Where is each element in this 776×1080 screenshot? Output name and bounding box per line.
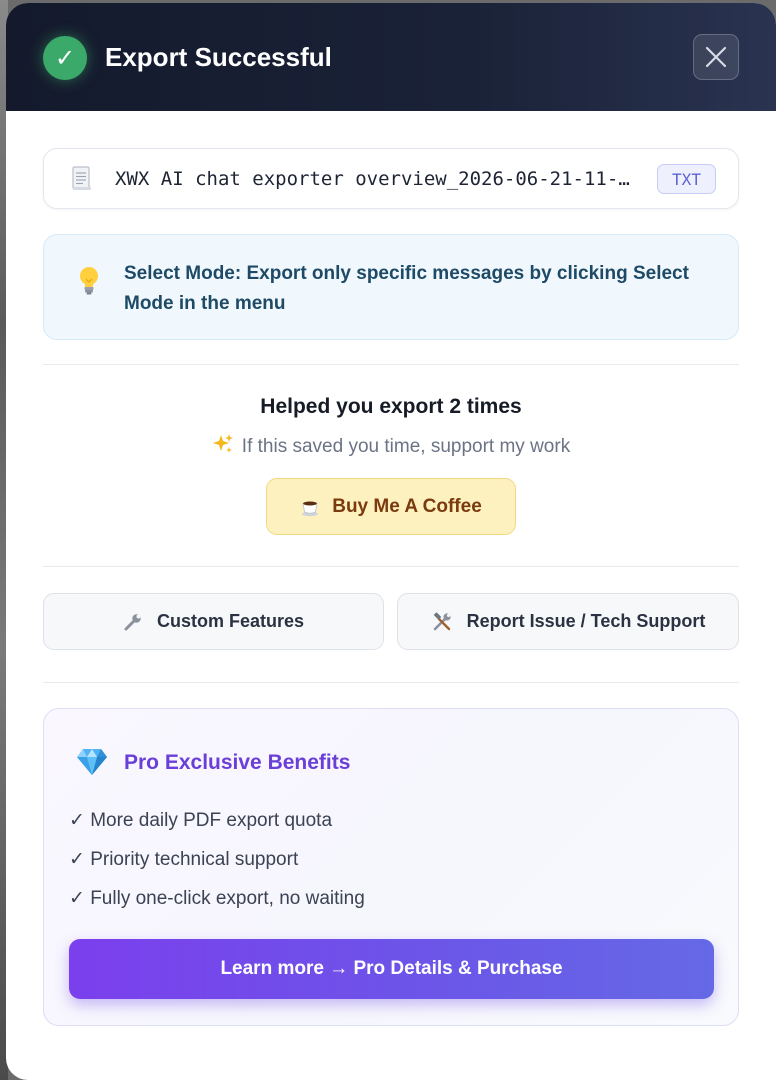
list-item: ✓ Fully one-click export, no waiting — [69, 888, 365, 909]
dialog-title: Export Successful — [105, 42, 332, 72]
diamond-icon — [75, 747, 109, 782]
pro-details-purchase-button[interactable]: Learn more → Pro Details & Purchase — [69, 939, 714, 999]
hammer-wrench-icon — [431, 611, 453, 633]
exported-file: XWX AI chat exporter overview_2026-06-21… — [43, 148, 739, 209]
close-icon — [705, 46, 727, 68]
pro-benefits-list: ✓ More daily PDF export quota ✓ Priority… — [69, 808, 365, 925]
close-button[interactable] — [693, 34, 739, 80]
tip-box: Select Mode: Export only specific messag… — [43, 234, 739, 340]
export-count-text: Helped you export 2 times — [260, 395, 522, 418]
lightbulb-icon — [76, 265, 102, 302]
dialog-header: ✓ Export Successful — [6, 3, 776, 111]
buy-me-a-coffee-button[interactable]: Buy Me A Coffee — [266, 478, 516, 535]
tip-text: Select Mode: Export only specific messag… — [124, 263, 689, 314]
check-icon: ✓ — [43, 36, 87, 80]
document-icon — [71, 165, 95, 192]
support-tagline-text: If this saved you time, support my work — [241, 436, 571, 457]
pro-benefits-card: Pro Exclusive Benefits ✓ More daily PDF … — [43, 708, 739, 1026]
export-success-dialog: ✓ Export Successful XWX AI chat exporter… — [6, 3, 776, 1080]
list-item: ✓ Priority technical support — [69, 849, 299, 870]
custom-features-label: Custom Features — [156, 611, 305, 631]
file-type-badge: TXT — [657, 164, 716, 194]
pro-title: Pro Exclusive Benefits — [124, 751, 351, 774]
coffee-cup-icon — [300, 497, 320, 517]
divider — [43, 566, 739, 567]
list-item: ✓ More daily PDF export quota — [69, 810, 333, 831]
coffee-button-label: Buy Me A Coffee — [332, 495, 482, 517]
support-tagline: If this saved you time, support my work — [6, 433, 776, 461]
custom-features-button[interactable]: Custom Features — [43, 593, 384, 650]
file-name: XWX AI chat exporter overview_2026-06-21… — [115, 167, 635, 190]
sparkles-icon — [212, 433, 234, 461]
report-issue-label: Report Issue / Tech Support — [466, 611, 706, 631]
report-issue-button[interactable]: Report Issue / Tech Support — [397, 593, 739, 650]
divider — [43, 682, 739, 683]
divider — [43, 364, 739, 365]
wrench-icon — [123, 612, 143, 632]
